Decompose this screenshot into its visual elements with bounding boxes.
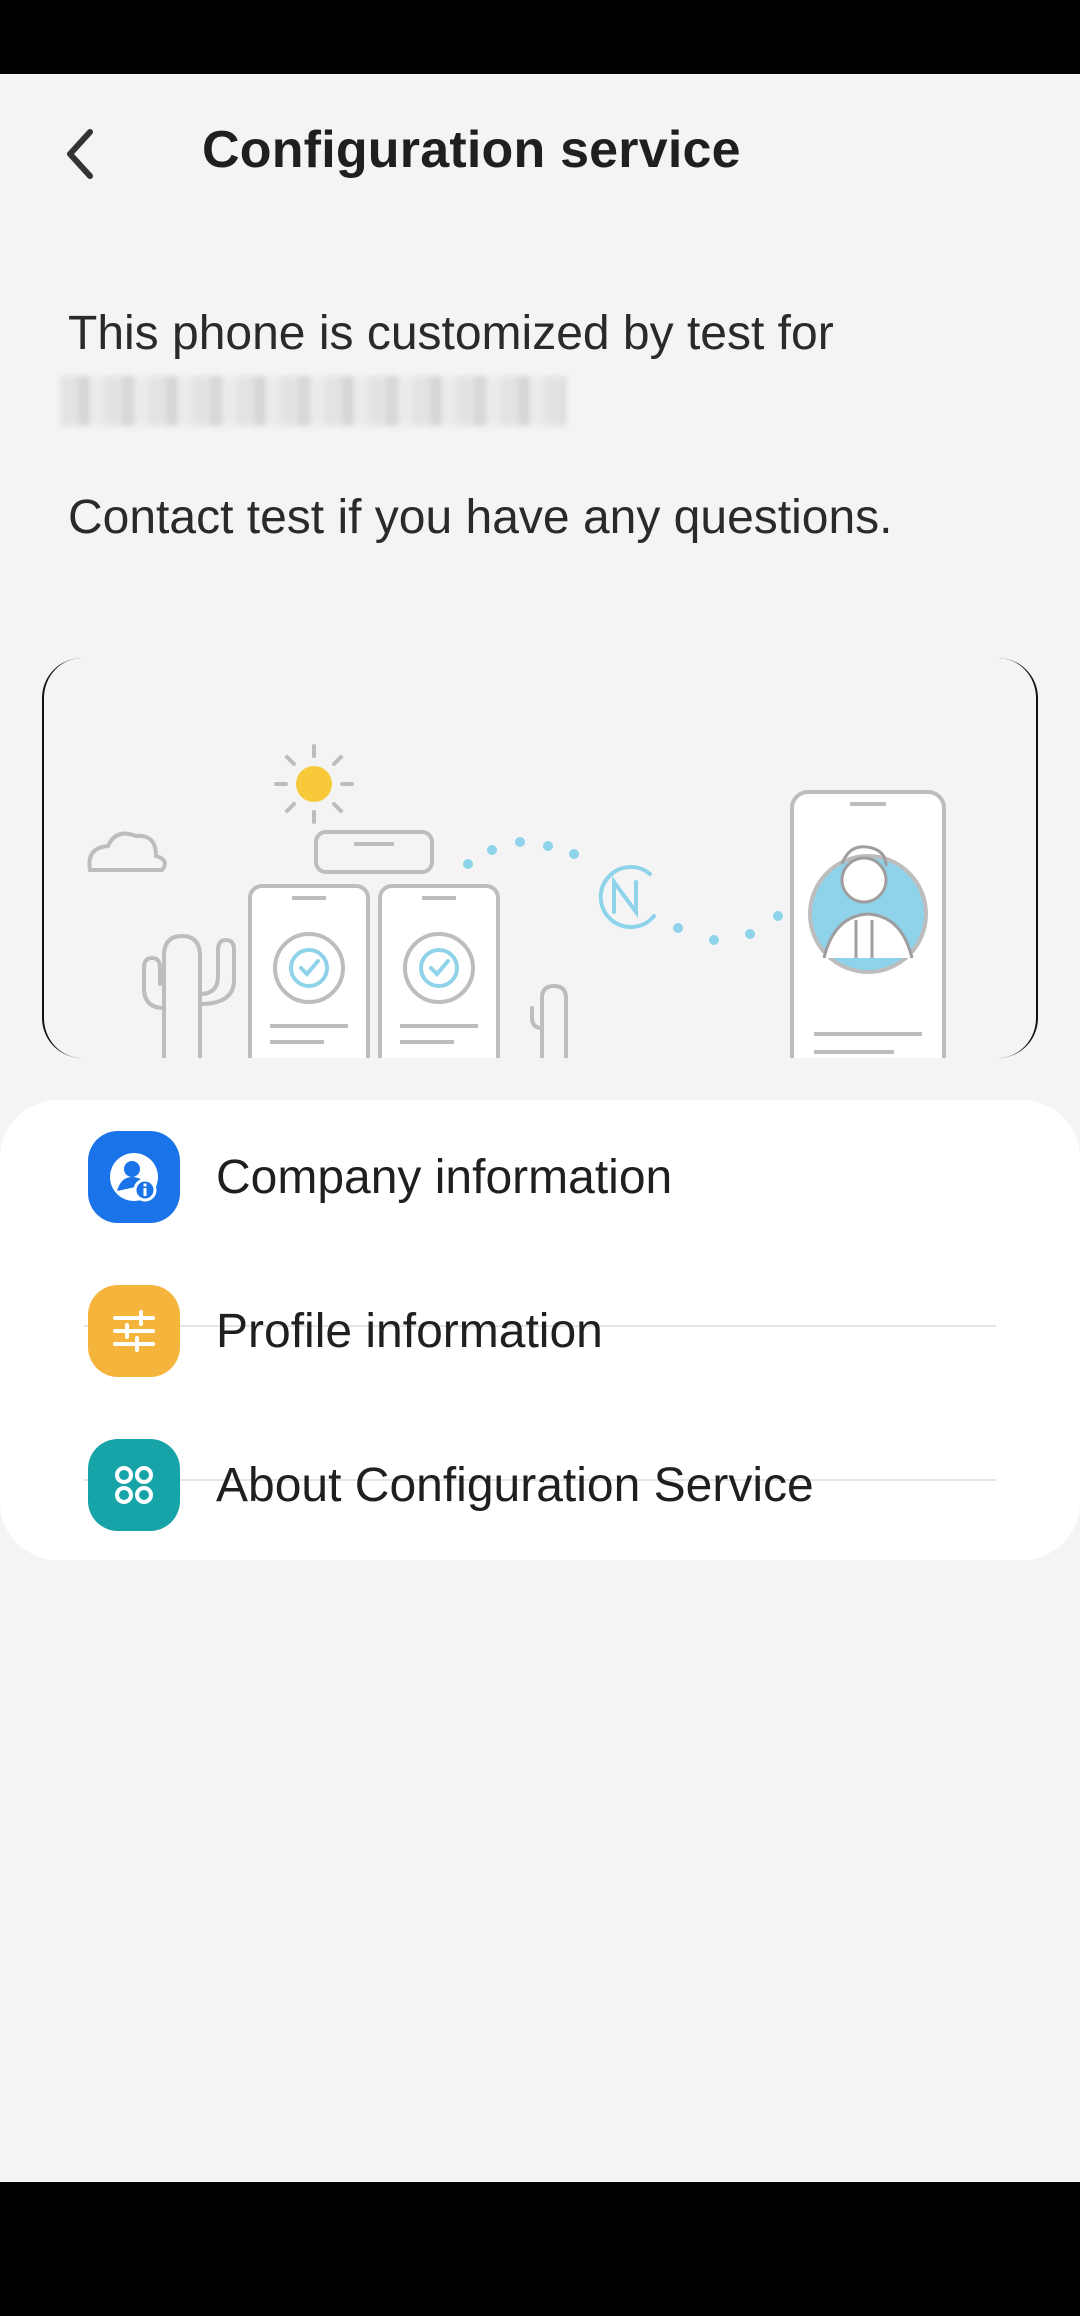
menu-item-company-information[interactable]: Company information <box>0 1100 1080 1254</box>
screen: Configuration service This phone is cust… <box>0 0 1080 2316</box>
menu-item-label: About Configuration Service <box>216 1459 814 1512</box>
sun-icon <box>274 744 354 824</box>
sliders-icon <box>88 1285 180 1377</box>
devices-illustration <box>87 744 946 1058</box>
back-button[interactable] <box>40 114 120 194</box>
apps-grid-icon <box>88 1439 180 1531</box>
app-header: Configuration service <box>0 74 1080 234</box>
content-area: Configuration service This phone is cust… <box>0 74 1080 2182</box>
page-title: Configuration service <box>202 121 741 179</box>
nfc-icon <box>598 865 656 930</box>
menu-card: Company information Profile information <box>0 1100 1080 1560</box>
menu-item-label: Company information <box>216 1151 673 1204</box>
contact-text: Contact test if you have any questions. <box>68 491 893 544</box>
company-info-icon <box>88 1131 180 1223</box>
menu-item-label: Profile information <box>216 1305 603 1358</box>
cloud-icon <box>87 831 167 872</box>
small-cactus-icon <box>530 983 568 1058</box>
cactus-icon <box>142 933 236 1058</box>
redacted-domain <box>60 376 566 426</box>
configuration-illustration <box>42 658 1038 1058</box>
menu-item-about-configuration-service[interactable]: About Configuration Service <box>0 1408 1080 1562</box>
status-bar <box>0 0 1080 74</box>
customized-text: This phone is customized by test for <box>68 307 834 360</box>
phone-checked-2 <box>378 884 500 1058</box>
phone-back-outline <box>314 830 434 874</box>
phone-profile <box>790 790 946 1058</box>
navigation-bar <box>0 2182 1080 2316</box>
chevron-left-icon <box>67 129 93 179</box>
phone-checked-1 <box>248 884 370 1058</box>
menu-item-profile-information[interactable]: Profile information <box>0 1254 1080 1408</box>
